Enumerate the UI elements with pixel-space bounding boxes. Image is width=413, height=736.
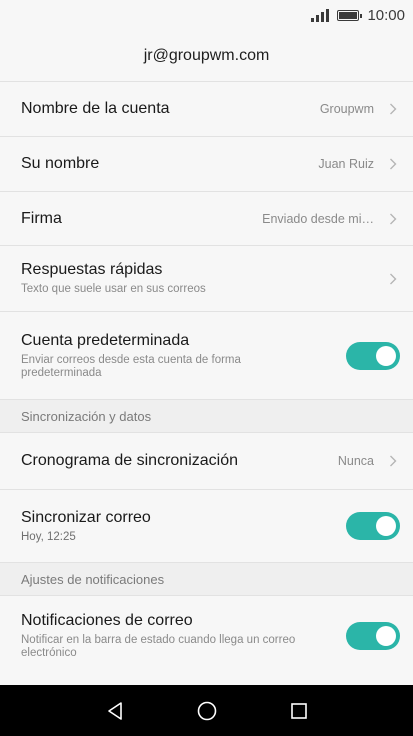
- recents-icon[interactable]: [253, 685, 345, 736]
- row-value: Groupwm: [319, 102, 374, 116]
- row-subtitle: Texto que suele usar en sus correos: [21, 283, 206, 295]
- sync-mail-toggle[interactable]: [346, 512, 400, 540]
- chevron-right-icon: [386, 273, 400, 285]
- your-name-row[interactable]: Su nombre Juan Ruiz: [0, 137, 413, 192]
- battery-icon: [337, 9, 363, 21]
- status-bar: 10:00: [0, 0, 413, 30]
- row-value: Enviado desde mi…: [262, 211, 374, 226]
- signal-icon: [311, 8, 330, 22]
- chevron-right-icon: [386, 213, 400, 225]
- quick-responses-row[interactable]: Respuestas rápidas Texto que suele usar …: [0, 246, 413, 312]
- row-title: Cuenta predeterminada: [21, 331, 190, 349]
- mail-notifications-row[interactable]: Notificaciones de correo Notificar en la…: [0, 596, 413, 676]
- default-account-toggle[interactable]: [346, 341, 400, 370]
- chevron-right-icon: [386, 158, 400, 170]
- page-title: jr@groupwm.com: [0, 30, 413, 82]
- mail-notifications-toggle[interactable]: [346, 622, 400, 650]
- account-name-row[interactable]: Nombre de la cuenta Groupwm: [0, 82, 413, 137]
- row-title: Cronograma de sincronización: [21, 452, 238, 469]
- row-title: Notificaciones de correo: [21, 612, 193, 629]
- row-value: Nunca: [337, 454, 374, 468]
- row-title: Respuestas rápidas: [21, 261, 163, 278]
- sync-mail-row[interactable]: Sincronizar correo Hoy, 12:25: [0, 490, 413, 563]
- section-header-notifications: Ajustes de notificaciones: [0, 563, 413, 596]
- chevron-right-icon: [386, 455, 400, 467]
- row-title: Firma: [21, 209, 62, 227]
- row-subtitle: Enviar correos desde esta cuenta de form…: [21, 353, 241, 379]
- row-subtitle: Notificar en la barra de estado cuando l…: [21, 634, 296, 659]
- chevron-right-icon: [386, 103, 400, 115]
- row-title: Su nombre: [21, 155, 100, 172]
- row-title: Sincronizar correo: [21, 508, 151, 526]
- home-icon[interactable]: [161, 685, 253, 736]
- signature-row[interactable]: Firma Enviado desde mi…: [0, 192, 413, 246]
- row-title: Nombre de la cuenta: [21, 100, 170, 117]
- row-subtitle: Hoy, 12:25: [21, 530, 76, 543]
- status-time: 10:00: [367, 6, 405, 24]
- back-icon[interactable]: [69, 685, 161, 736]
- row-value: Juan Ruiz: [318, 157, 374, 171]
- navigation-bar: [0, 685, 413, 736]
- sync-schedule-row[interactable]: Cronograma de sincronización Nunca: [0, 433, 413, 490]
- section-header-sync: Sincronización y datos: [0, 400, 413, 433]
- default-account-row[interactable]: Cuenta predeterminada Enviar correos des…: [0, 312, 413, 400]
